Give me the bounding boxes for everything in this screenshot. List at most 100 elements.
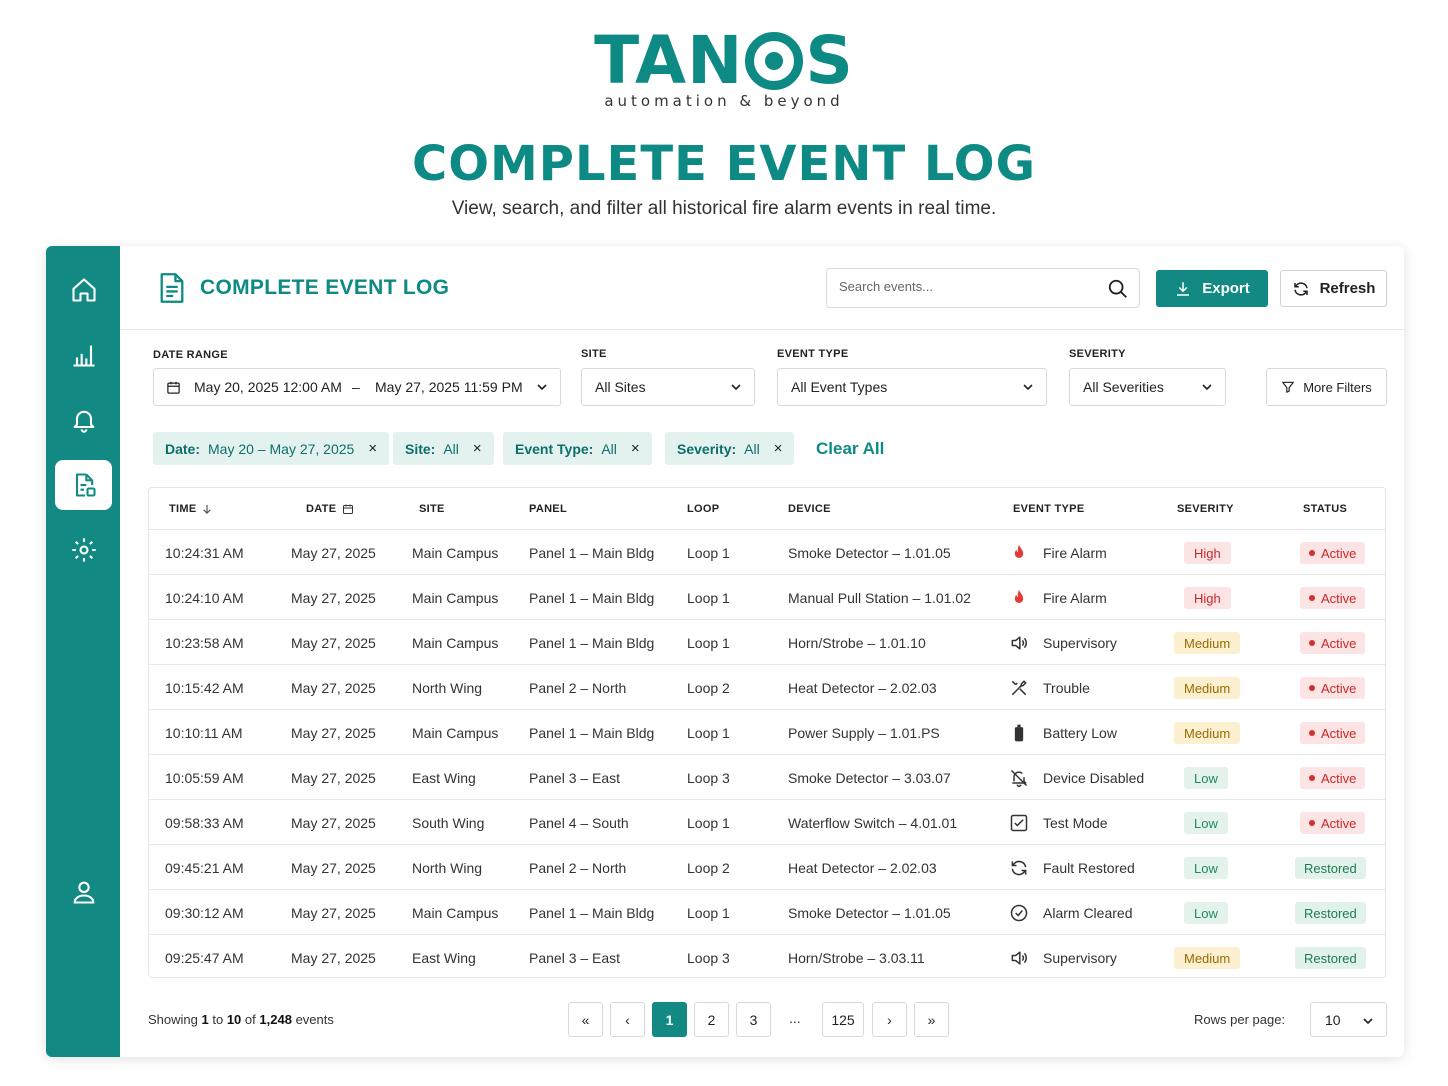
sidebar-item-event-log[interactable]	[55, 460, 112, 510]
page-button-last[interactable]: 125	[822, 1002, 864, 1037]
speaker-icon	[1009, 633, 1029, 653]
refresh-icon	[1293, 281, 1308, 296]
cell-time: 09:25:47 AM	[165, 949, 244, 966]
severity-badge: High	[1184, 587, 1231, 609]
showing-of: of	[244, 1012, 256, 1027]
export-button[interactable]: Export	[1156, 270, 1268, 307]
table-row[interactable]: 09:30:12 AM May 27, 2025 Main Campus Panel …	[149, 890, 1385, 935]
cell-event-type: Supervisory	[1009, 620, 1117, 665]
bell-icon	[73, 410, 94, 433]
sidebar-item-home[interactable]	[55, 265, 112, 315]
col-time[interactable]: TIME	[169, 488, 212, 529]
flame-icon	[1009, 588, 1029, 608]
last-page-button[interactable]: »	[914, 1002, 949, 1037]
date-separator: –	[352, 379, 360, 395]
site-value: All Sites	[595, 379, 646, 395]
cell-event-type: Fire Alarm	[1009, 575, 1107, 620]
total-count: 1,248	[259, 1012, 292, 1027]
table-row[interactable]: 10:24:10 AM May 27, 2025 Main Campus Panel …	[149, 575, 1385, 620]
chart-icon	[73, 345, 94, 367]
cell-event-type: Battery Low	[1009, 710, 1117, 755]
sidebar-item-analytics[interactable]	[55, 330, 112, 380]
page-button-1[interactable]: 1	[652, 1002, 687, 1037]
event-type-select[interactable]: All Event Types	[777, 368, 1047, 406]
filter-chip-severity: Severity: All ×	[665, 432, 795, 465]
table-row[interactable]: 10:05:59 AM May 27, 2025 East Wing Panel 3 …	[149, 755, 1385, 800]
cell-loop: Loop 3	[687, 769, 730, 786]
table-row[interactable]: 09:25:47 AM May 27, 2025 East Wing Panel 3 …	[149, 935, 1385, 980]
sidebar-item-settings[interactable]	[55, 525, 112, 575]
cell-loop: Loop 2	[687, 859, 730, 876]
cell-time: 09:45:21 AM	[165, 859, 244, 876]
showing-summary: Showing 1 to 10 of 1,248 events	[148, 1012, 334, 1027]
clear-all-link[interactable]: Clear All	[816, 439, 884, 459]
cell-panel: Panel 4 – South	[529, 814, 629, 831]
refresh-label: Refresh	[1319, 280, 1376, 297]
close-icon[interactable]: ×	[473, 440, 482, 457]
next-page-button[interactable]: ›	[872, 1002, 907, 1037]
status-text: Active	[1321, 635, 1357, 651]
site-select[interactable]: All Sites	[581, 368, 755, 406]
sidebar-item-alerts[interactable]	[55, 395, 112, 445]
close-icon[interactable]: ×	[368, 440, 377, 457]
table-row[interactable]: 10:15:42 AM May 27, 2025 North Wing Panel 2…	[149, 665, 1385, 710]
search-icon[interactable]	[1107, 278, 1129, 300]
col-time-label: TIME	[169, 502, 197, 515]
chip-value: All	[601, 440, 617, 457]
search-input[interactable]	[839, 279, 1099, 294]
col-site[interactable]: SITE	[419, 488, 445, 529]
prev-page-button[interactable]: ‹	[610, 1002, 645, 1037]
close-icon[interactable]: ×	[631, 440, 640, 457]
topbar: COMPLETE EVENT LOG Export Refresh	[120, 246, 1404, 330]
status-text: Restored	[1304, 860, 1357, 876]
page-button-2[interactable]: 2	[694, 1002, 729, 1037]
cell-device: Smoke Detector – 3.03.07	[788, 769, 951, 786]
cell-device: Waterflow Switch – 4.01.01	[788, 814, 958, 831]
rows-per-page-select[interactable]: 10	[1310, 1002, 1387, 1037]
severity-value: All Severities	[1083, 379, 1164, 395]
cell-loop: Loop 1	[687, 589, 730, 606]
cell-loop: Loop 1	[687, 634, 730, 651]
date-range-picker[interactable]: May 20, 2025 12:00 AM – May 27, 2025 11:…	[153, 368, 561, 406]
col-event-type[interactable]: EVENT TYPE	[1013, 488, 1084, 529]
cell-site: Main Campus	[412, 904, 499, 921]
status-dot-icon	[1309, 730, 1315, 736]
event-type-text: Supervisory	[1043, 949, 1117, 966]
status-badge: Active	[1300, 587, 1366, 609]
col-loop[interactable]: LOOP	[687, 488, 719, 529]
cell-device: Manual Pull Station – 1.01.02	[788, 589, 971, 606]
table-row[interactable]: 10:23:58 AM May 27, 2025 Main Campus Panel …	[149, 620, 1385, 665]
col-device[interactable]: DEVICE	[788, 488, 831, 529]
status-dot-icon	[1309, 775, 1315, 781]
col-panel[interactable]: PANEL	[529, 488, 567, 529]
table-row[interactable]: 09:58:33 AM May 27, 2025 South Wing Panel 4…	[149, 800, 1385, 845]
page-title: COMPLETE EVENT LOG	[200, 276, 450, 299]
calendar-icon	[167, 381, 180, 394]
table-row[interactable]: 10:10:11 AM May 27, 2025 Main Campus Panel …	[149, 710, 1385, 755]
check-circle-icon	[1009, 903, 1029, 923]
refresh-button[interactable]: Refresh	[1280, 270, 1387, 307]
col-status[interactable]: STATUS	[1303, 488, 1347, 529]
table-row[interactable]: 10:24:31 AM May 27, 2025 Main Campus Panel …	[149, 530, 1385, 575]
close-icon[interactable]: ×	[774, 440, 783, 457]
col-date[interactable]: DATE	[306, 488, 354, 529]
more-filters-button[interactable]: More Filters	[1266, 368, 1387, 406]
status-dot-icon	[1309, 640, 1315, 646]
table-row[interactable]: 09:45:21 AM May 27, 2025 North Wing Panel 2…	[149, 845, 1385, 890]
page-button-3[interactable]: 3	[736, 1002, 771, 1037]
severity-select[interactable]: All Severities	[1069, 368, 1226, 406]
chip-key: Event Type:	[515, 440, 594, 457]
status-dot-icon	[1309, 820, 1315, 826]
status-text: Active	[1321, 770, 1357, 786]
brand-logo: TAN S automation & beyond	[0, 26, 1448, 111]
event-type-text: Test Mode	[1043, 814, 1108, 831]
sidebar-item-profile[interactable]	[55, 867, 112, 917]
calendar-icon	[343, 504, 354, 514]
chevron-down-icon	[537, 384, 547, 391]
cell-date: May 27, 2025	[291, 724, 376, 741]
cell-panel: Panel 1 – Main Bldg	[529, 544, 655, 561]
first-page-button[interactable]: «	[568, 1002, 603, 1037]
col-severity[interactable]: SEVERITY	[1177, 488, 1234, 529]
cell-event-type: Fault Restored	[1009, 845, 1135, 890]
chip-value: All	[443, 440, 459, 457]
